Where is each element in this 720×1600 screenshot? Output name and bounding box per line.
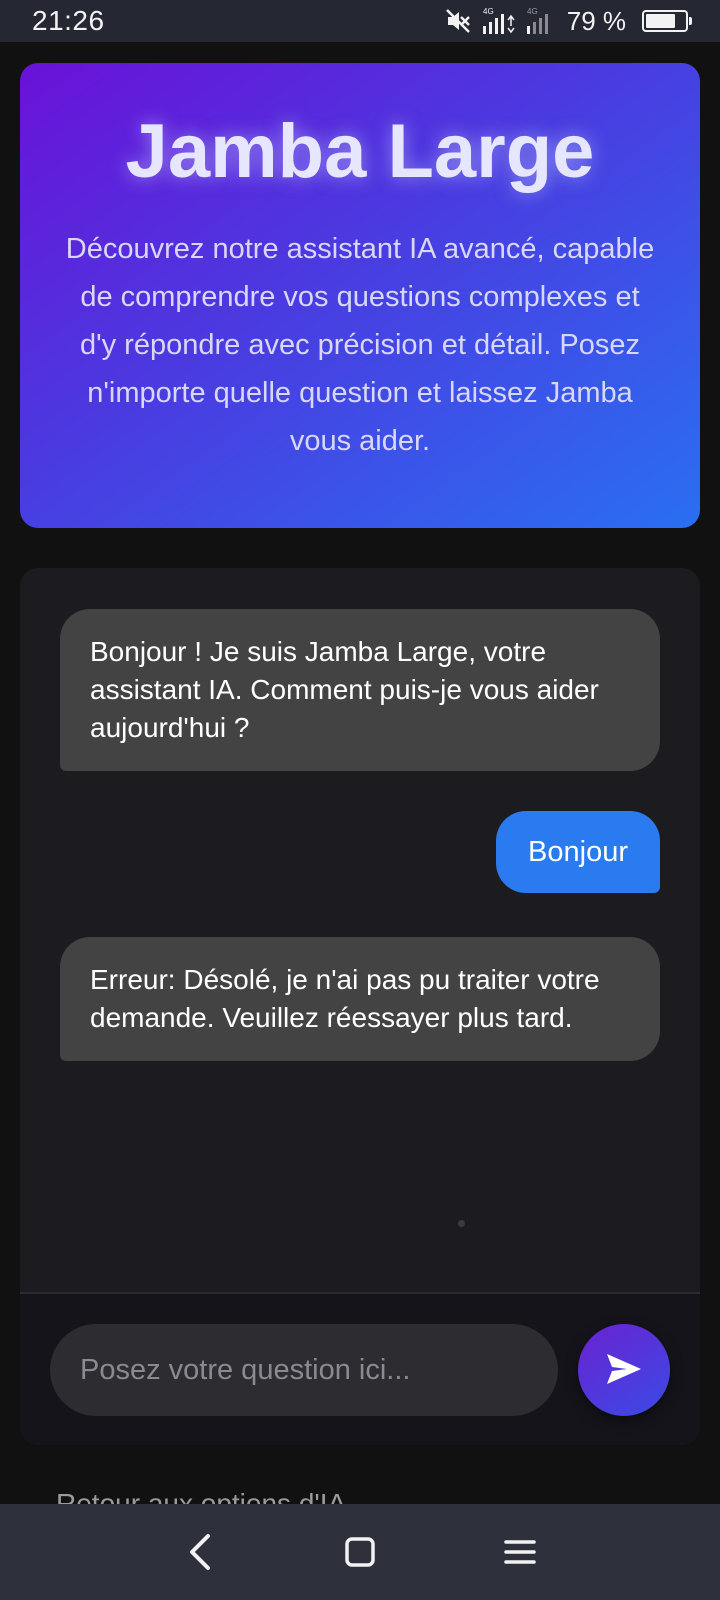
- typing-indicator: [458, 1220, 465, 1227]
- battery-level: [646, 14, 676, 28]
- menu-icon[interactable]: [500, 1532, 540, 1572]
- page-title: Jamba Large: [125, 109, 595, 194]
- system-nav-bar: [0, 1504, 720, 1600]
- assistant-message: Erreur: Désolé, je n'ai pas pu traiter v…: [60, 937, 660, 1061]
- svg-text:4G: 4G: [483, 7, 494, 16]
- status-icons: 4G 4G 79 %: [445, 5, 692, 37]
- question-input[interactable]: [50, 1324, 558, 1416]
- user-message: Bonjour: [496, 811, 660, 893]
- hero-card: Jamba Large Découvrez notre assistant IA…: [20, 63, 700, 528]
- signal-4g-icon: 4G: [481, 6, 515, 36]
- signal-4g-weak-icon: 4G: [525, 6, 551, 36]
- mute-icon: [445, 8, 471, 34]
- svg-text:4G: 4G: [527, 7, 538, 16]
- message-list[interactable]: Bonjour ! Je suis Jamba Large, votre ass…: [20, 568, 700, 1292]
- chat-input-bar: [20, 1292, 700, 1445]
- back-icon[interactable]: [180, 1532, 220, 1572]
- home-icon[interactable]: [340, 1532, 380, 1572]
- assistant-message: Bonjour ! Je suis Jamba Large, votre ass…: [60, 609, 660, 771]
- status-bar: 21:26 4G 4G 79 %: [0, 0, 720, 42]
- hero-description: Découvrez notre assistant IA avancé, cap…: [65, 233, 655, 457]
- battery-icon: [642, 10, 692, 32]
- send-icon: [605, 1352, 643, 1389]
- chat-panel: Bonjour ! Je suis Jamba Large, votre ass…: [20, 568, 700, 1445]
- send-button[interactable]: [578, 1324, 670, 1416]
- status-time: 21:26: [32, 5, 105, 36]
- battery-percentage: 79 %: [566, 5, 626, 36]
